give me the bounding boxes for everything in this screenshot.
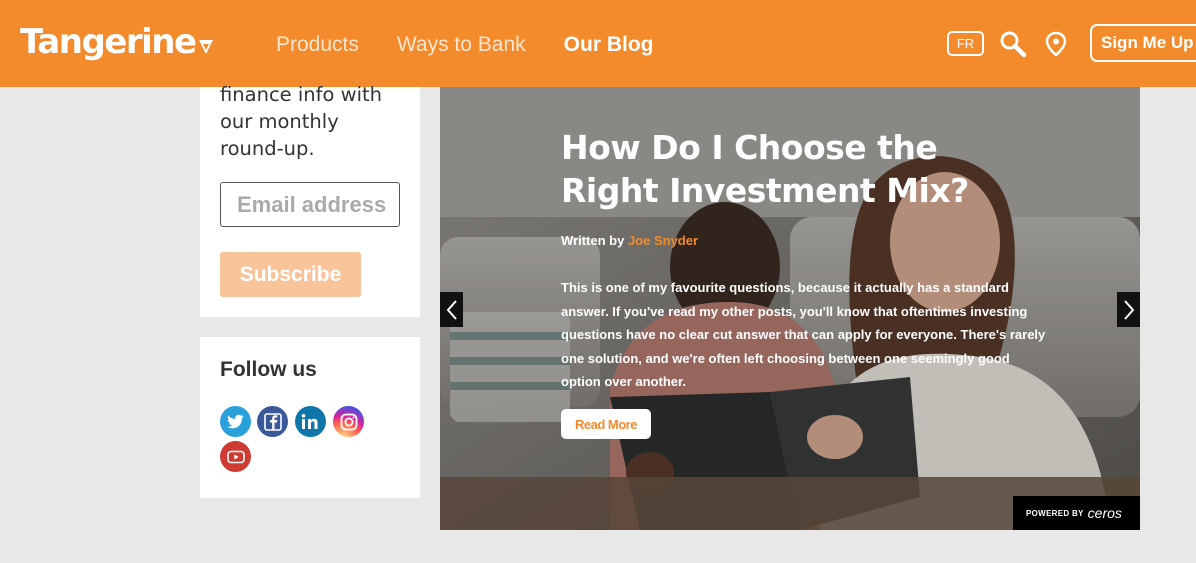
nav-products[interactable]: Products: [276, 33, 359, 57]
logo-text: Tangerine: [20, 22, 197, 62]
linkedin-icon[interactable]: [295, 406, 326, 437]
byline: Written by Joe Snyder: [561, 233, 698, 248]
newsletter-blurb: finance info with our monthly round-up.: [220, 83, 383, 160]
powered-by-label: POWERED BY: [1026, 508, 1084, 518]
slide-excerpt: This is one of my favourite questions, b…: [561, 280, 1046, 389]
nav-ways-to-bank[interactable]: Ways to Bank: [397, 33, 526, 57]
subscribe-button[interactable]: Subscribe: [220, 252, 361, 297]
map-pin-icon[interactable]: [1045, 31, 1067, 62]
sign-me-up-button[interactable]: Sign Me Up: [1090, 24, 1196, 62]
language-toggle-button[interactable]: FR: [947, 31, 984, 56]
twitter-icon[interactable]: [220, 406, 251, 437]
chevron-right-icon: [1123, 299, 1134, 320]
read-more-button[interactable]: Read More: [561, 409, 651, 439]
main-nav: Products Ways to Bank Our Blog: [276, 33, 691, 57]
follow-us-card: Follow us: [200, 337, 420, 498]
carousel-next-button[interactable]: [1117, 292, 1140, 327]
ceros-logo: ceros: [1087, 505, 1122, 521]
facebook-icon[interactable]: [257, 406, 288, 437]
slide-title[interactable]: How Do I Choose the Right Investment Mix…: [561, 126, 1041, 212]
instagram-icon[interactable]: [333, 406, 364, 437]
email-field[interactable]: [220, 182, 400, 227]
top-header: Tangerine Products Ways to Bank Our Blog…: [0, 0, 1196, 87]
byline-prefix: Written by: [561, 233, 625, 248]
newsletter-card: finance info with our monthly round-up. …: [200, 83, 420, 317]
tangerine-logo[interactable]: Tangerine: [20, 22, 213, 65]
nav-our-blog[interactable]: Our Blog: [564, 33, 654, 57]
youtube-icon[interactable]: [220, 441, 251, 472]
search-icon[interactable]: [999, 30, 1027, 63]
follow-heading: Follow us: [220, 358, 317, 381]
carousel-prev-button[interactable]: [440, 292, 463, 327]
powered-by-badge[interactable]: POWERED BY ceros: [1013, 496, 1140, 530]
logo-arrow-icon: [198, 25, 213, 65]
blog-carousel: How Do I Choose the Right Investment Mix…: [440, 87, 1140, 530]
chevron-left-icon: [446, 299, 457, 320]
author-link[interactable]: Joe Snyder: [628, 233, 698, 248]
